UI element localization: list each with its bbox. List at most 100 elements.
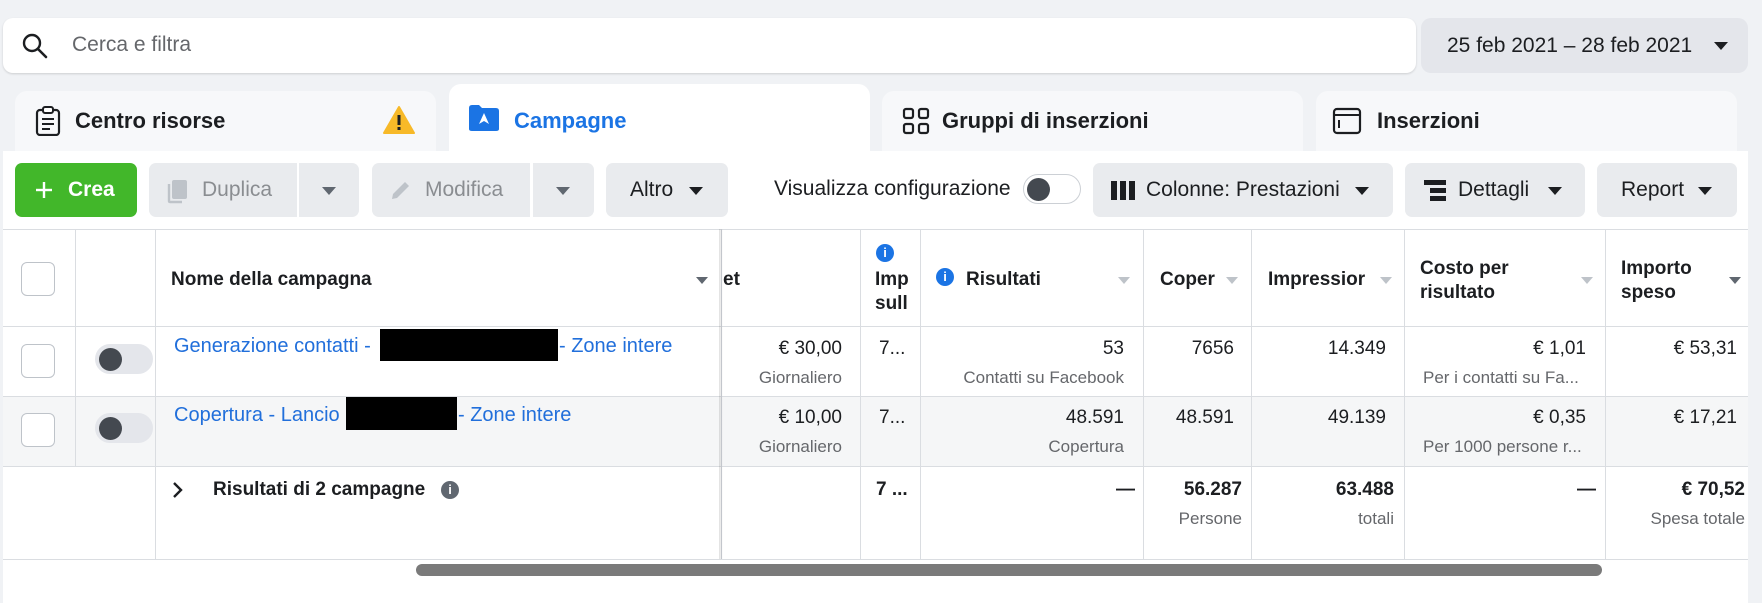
more-button[interactable]: Altro [606,163,728,217]
duplicate-label: Duplica [202,178,273,201]
cost-per-result-value: € 0,35 [1533,407,1586,428]
view-setup-label: Visualizza configurazione [774,177,1011,200]
chevron-down-icon [689,187,703,195]
redacted-block [380,329,558,361]
sort-caret-icon[interactable] [1118,277,1130,284]
summary-impressions: 63.488 [1335,479,1394,500]
duplicate-button[interactable]: Duplica [149,163,297,217]
column-header-amount-spent-1[interactable]: Importo [1621,257,1692,281]
chevron-right-icon[interactable] [172,481,184,499]
budget-type: Giornaliero [758,368,842,387]
results-value: 48.591 [1065,407,1124,428]
summary-amount-spent-unit: Spesa totale [1650,509,1745,528]
more-label: Altro [630,178,674,201]
grid-icon [902,107,930,135]
create-button[interactable]: Crea [15,163,137,217]
report-button[interactable]: Report [1597,163,1737,217]
budget-value: € 10,00 [778,407,842,428]
campaign-name-link-suffix[interactable]: - Zone intere [559,335,672,358]
summary-cost-per-result: — [1577,479,1596,500]
summary-reach-unit: Persone [1178,509,1242,528]
report-label: Report [1621,178,1685,201]
chevron-down-icon [556,187,570,195]
duplicate-icon [167,180,187,204]
search-input[interactable]: Cerca e filtra [72,33,191,57]
info-icon[interactable]: i [441,481,459,499]
columns-button[interactable]: Colonne: Prestazioni [1093,163,1393,217]
tab-ad-sets[interactable]: Gruppi di inserzioni [882,91,1303,151]
horizontal-scrollbar[interactable] [416,564,1602,576]
tab-label: Campagne [514,108,627,133]
column-header-cost-per-result-1[interactable]: Costo per [1420,257,1509,281]
breakdown-button[interactable]: Dettagli [1405,163,1585,217]
tab-label: Centro risorse [75,108,226,133]
search-icon [22,33,48,59]
date-range-picker[interactable]: 25 feb 2021 – 28 feb 2021 [1421,18,1748,73]
tab-label: Inserzioni [1377,108,1480,133]
tab-campaigns[interactable]: Campagne [449,84,870,154]
results-value: 53 [1102,338,1124,359]
column-header-impressions-short-1[interactable]: Imp [875,268,915,292]
warning-icon [383,106,415,134]
impressions-value: 49.139 [1327,407,1386,428]
impressions-short-value: 7... [879,407,906,428]
results-type: Copertura [1048,437,1124,456]
campaign-toggle[interactable] [95,413,153,443]
chevron-down-icon [1355,187,1369,195]
campaign-folder-icon [469,105,499,131]
chevron-down-icon [1698,187,1712,195]
campaign-name-link-suffix[interactable]: - Zone intere [458,404,571,427]
campaign-name-link[interactable]: Copertura - Lancio [174,404,340,427]
impressions-value: 14.349 [1327,338,1386,359]
column-header-budget[interactable]: et [723,268,740,292]
summary-impressions-short: 7 ... [876,479,908,500]
sort-caret-icon[interactable] [1380,277,1392,284]
view-setup-toggle[interactable] [1023,174,1081,204]
breakdown-icon [1424,180,1446,201]
budget-type: Giornaliero [758,437,842,456]
info-icon[interactable]: i [876,244,894,262]
impressions-short-value: 7... [879,338,906,359]
column-header-campaign-name[interactable]: Nome della campagna [171,268,372,292]
summary-results: — [1116,479,1135,500]
ad-window-icon [1332,107,1362,135]
edit-dropdown-button[interactable] [533,163,594,217]
column-header-amount-spent-2[interactable]: speso [1621,281,1676,305]
column-header-results[interactable]: Risultati [966,268,1041,292]
row-checkbox[interactable] [21,413,55,447]
tab-ads[interactable]: Inserzioni [1316,91,1737,151]
cost-per-result-value: € 1,01 [1533,338,1586,359]
campaign-toggle[interactable] [95,344,153,374]
info-icon[interactable]: i [936,268,954,286]
edit-label: Modifica [425,178,504,201]
select-all-checkbox[interactable] [21,262,55,296]
tab-resource-center[interactable]: Centro risorse [15,91,436,151]
campaign-name-link[interactable]: Generazione contatti - [174,335,371,358]
row-checkbox[interactable] [21,344,55,378]
chevron-down-icon [1548,187,1562,195]
clipboard-icon [35,106,61,136]
plus-icon [36,182,52,198]
cost-per-result-type: Per 1000 persone r... [1423,437,1582,456]
toggle-knob [99,417,122,440]
toggle-knob [99,348,122,371]
budget-value: € 30,00 [778,338,842,359]
column-header-reach[interactable]: Coper [1160,268,1218,292]
column-header-impressions-short-2[interactable]: sull [875,292,915,316]
tab-label: Gruppi di inserzioni [942,108,1149,133]
breakdown-label: Dettagli [1458,178,1530,201]
sort-caret-icon[interactable] [1226,277,1238,284]
search-bar[interactable]: Cerca e filtra [3,18,1416,73]
sort-caret-icon[interactable] [1729,277,1741,284]
column-header-impressions[interactable]: Impressior [1268,268,1368,292]
edit-button[interactable]: Modifica [372,163,530,217]
column-header-cost-per-result-2[interactable]: risultato [1420,281,1495,305]
reach-value: 7656 [1191,338,1234,359]
columns-icon [1111,181,1135,200]
duplicate-dropdown-button[interactable] [299,163,359,217]
summary-amount-spent: € 70,52 [1681,479,1745,500]
sort-caret-icon[interactable] [696,277,708,284]
cost-per-result-type: Per i contatti su Fa... [1423,368,1579,387]
summary-reach: 56.287 [1183,479,1242,500]
sort-caret-icon[interactable] [1581,277,1593,284]
